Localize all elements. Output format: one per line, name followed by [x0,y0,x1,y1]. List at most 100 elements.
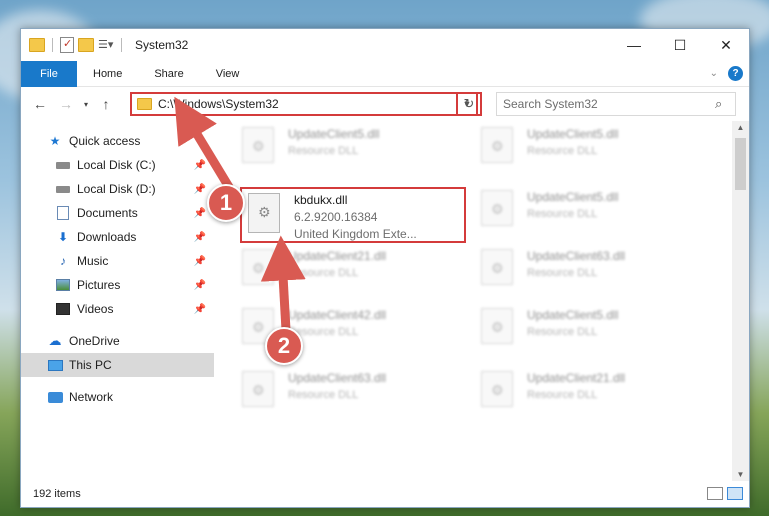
network-icon [47,391,63,403]
sidebar-item-music[interactable]: ♪ Music 📌 [21,249,214,273]
address-text[interactable]: C:\Windows\System32 [158,97,458,111]
vertical-scrollbar[interactable]: ▲ ▼ [732,121,749,481]
title-bar: ☰▾ System32 — ☐ ✕ [21,29,749,61]
file-type: Resource DLL [288,267,359,279]
sidebar-item-label: Network [69,390,114,404]
separator [52,38,53,52]
expand-ribbon-icon[interactable]: ⌄ [710,68,718,79]
properties-icon[interactable] [60,37,74,53]
file-tile[interactable]: UpdateClient21.dll Resource DLL [242,249,442,289]
close-button[interactable]: ✕ [703,29,749,61]
file-type: Resource DLL [527,145,598,157]
file-version: 6.2.9200.16384 [294,210,378,224]
details-view-icon[interactable] [707,487,723,500]
pin-icon: 📌 [193,207,206,219]
dll-file-icon [242,371,274,407]
help-icon[interactable]: ? [728,66,743,81]
pin-icon: 📌 [193,303,206,315]
file-type: Resource DLL [527,389,598,401]
recent-locations-icon[interactable]: ▾ [79,100,93,109]
tab-view[interactable]: View [200,61,256,87]
file-name: UpdateClient63.dll [288,371,387,385]
file-type: Resource DLL [288,389,359,401]
search-input[interactable]: Search System32 ⌕ [496,92,736,116]
status-bar: 192 items [21,481,749,507]
separator [121,38,122,52]
file-name: UpdateClient21.dll [288,249,387,263]
sidebar-item-label: Pictures [77,278,121,292]
back-arrow-icon[interactable]: ← [27,96,53,112]
maximize-button[interactable]: ☐ [657,29,703,61]
sidebar-item-label: Local Disk (D:) [77,182,156,196]
disk-icon [56,185,70,193]
tab-home[interactable]: Home [77,61,138,87]
folder-icon [137,98,152,110]
tiles-view-icon[interactable] [727,487,743,500]
sidebar-item-label: OneDrive [69,334,120,348]
sidebar-item-onedrive[interactable]: ☁ OneDrive [21,329,214,353]
tab-file[interactable]: File [21,60,77,87]
sidebar-item-label: This PC [69,358,112,372]
file-type: Resource DLL [527,267,598,279]
file-tile[interactable]: UpdateClient5.dll Resource DLL [481,127,681,167]
scrollbar-thumb[interactable] [735,138,746,190]
file-type: Resource DLL [288,145,359,157]
documents-icon [57,206,69,220]
new-folder-icon[interactable] [78,38,94,52]
pin-icon: 📌 [193,255,206,267]
minimize-button[interactable]: — [611,29,657,61]
pin-icon: 📌 [193,159,206,171]
address-bar[interactable]: C:\Windows\System32 ▼ [130,92,478,116]
main-body: ★ Quick access Local Disk (C:) 📌 Local D… [21,121,749,481]
music-icon: ♪ [60,254,66,268]
file-tile[interactable]: UpdateClient5.dll Resource DLL [481,308,681,348]
forward-arrow-icon[interactable]: → [53,96,79,112]
tab-share[interactable]: Share [138,61,199,87]
sidebar-item-quick-access[interactable]: ★ Quick access [21,129,214,153]
file-name: UpdateClient5.dll [527,127,619,141]
sidebar-item-label: Quick access [69,134,141,148]
sidebar-item-pictures[interactable]: Pictures 📌 [21,273,214,297]
file-name: kbdukx.dll [294,193,348,207]
file-tile[interactable]: UpdateClient63.dll Resource DLL [242,371,442,411]
file-tile-kbdukx[interactable]: kbdukx.dll 6.2.9200.16384 United Kingdom… [240,187,466,243]
sidebar-item-this-pc[interactable]: This PC [21,353,214,377]
search-icon: ⌕ [715,96,723,111]
file-type: Resource DLL [527,208,598,220]
file-tile[interactable]: UpdateClient21.dll Resource DLL [481,371,681,411]
up-arrow-icon[interactable]: ↑ [93,96,119,112]
sidebar-item-local-disk-c[interactable]: Local Disk (C:) 📌 [21,153,214,177]
dll-file-icon [242,127,274,163]
file-tile[interactable]: UpdateClient5.dll Resource DLL [481,190,681,230]
file-tile[interactable]: UpdateClient5.dll Resource DLL [242,127,442,167]
sidebar-item-downloads[interactable]: ⬇ Downloads 📌 [21,225,214,249]
item-count: 192 items [33,488,81,500]
videos-icon [56,303,70,315]
sidebar-item-videos[interactable]: Videos 📌 [21,297,214,321]
file-list: UpdateClient5.dll Resource DLL UpdateClie… [214,121,749,481]
dll-file-icon [242,249,274,285]
navigation-bar: ← → ▾ ↑ C:\Windows\System32 ▼ ↻ Search S… [21,87,749,121]
sidebar-item-label: Documents [77,206,138,220]
dll-file-icon [481,249,513,285]
sidebar-item-documents[interactable]: Documents 📌 [21,201,214,225]
sidebar-item-network[interactable]: Network [21,385,214,409]
refresh-button[interactable]: ↻ [456,92,482,116]
sidebar-item-label: Local Disk (C:) [77,158,156,172]
step-2-badge: 2 [265,327,303,365]
dll-file-icon [481,308,513,344]
file-name: UpdateClient5.dll [527,308,619,322]
sidebar-item-label: Downloads [77,230,137,244]
ribbon: File Home Share View ⌄ ? [21,60,749,87]
file-tile[interactable]: UpdateClient63.dll Resource DLL [481,249,681,289]
scroll-up-icon[interactable]: ▲ [732,123,749,132]
cloud-icon: ☁ [48,333,62,348]
scroll-down-icon[interactable]: ▼ [732,470,749,479]
search-placeholder: Search System32 [503,97,598,111]
customize-toolbar-icon[interactable]: ☰▾ [98,38,114,52]
downloads-icon: ⬇ [57,230,69,244]
pin-icon: 📌 [193,183,206,195]
sidebar-item-local-disk-d[interactable]: Local Disk (D:) 📌 [21,177,214,201]
file-type: Resource DLL [527,326,598,338]
file-type: Resource DLL [288,326,359,338]
